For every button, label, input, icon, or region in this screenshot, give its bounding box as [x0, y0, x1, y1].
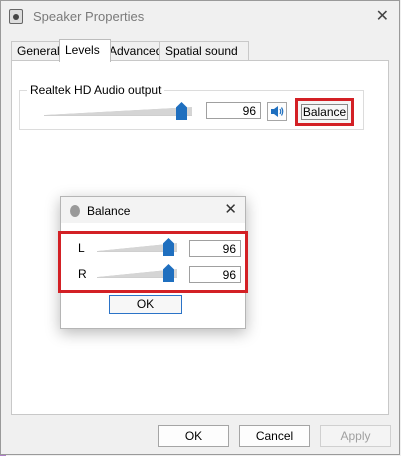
- tab-spatial-sound[interactable]: Spatial sound: [159, 41, 249, 61]
- apply-button[interactable]: Apply: [320, 425, 391, 447]
- balance-dialog: Balance ✕ L 96 R 96 OK: [58, 196, 248, 329]
- balance-button-highlight: Balance: [295, 98, 354, 126]
- tab-general[interactable]: General: [11, 41, 65, 61]
- volume-value-field[interactable]: 96: [206, 102, 261, 119]
- window-title: Speaker Properties: [33, 9, 145, 24]
- close-icon[interactable]: ✕: [376, 6, 389, 26]
- balance-button[interactable]: Balance: [301, 104, 348, 120]
- tab-advanced[interactable]: Advanced: [103, 41, 167, 61]
- title-bar: Speaker Properties ✕: [1, 1, 399, 33]
- volume-slider-thumb[interactable]: [176, 102, 187, 120]
- balance-ok-button[interactable]: OK: [109, 295, 182, 314]
- ok-button[interactable]: OK: [158, 425, 229, 447]
- speaker-app-icon: [9, 9, 23, 24]
- balance-dialog-title: Balance: [87, 204, 131, 218]
- group-label: Realtek HD Audio output: [27, 83, 165, 97]
- mute-button[interactable]: [267, 102, 287, 121]
- channels-highlight-box: [58, 231, 248, 293]
- cancel-button[interactable]: Cancel: [239, 425, 310, 447]
- balance-dialog-body: L 96 R 96 OK: [58, 223, 248, 328]
- volume-slider[interactable]: [44, 102, 192, 120]
- close-icon[interactable]: ✕: [224, 200, 237, 218]
- volume-slider-track: [44, 107, 192, 116]
- tab-levels[interactable]: Levels: [59, 39, 111, 62]
- speaker-icon: [70, 205, 80, 217]
- speaker-icon: [271, 106, 284, 117]
